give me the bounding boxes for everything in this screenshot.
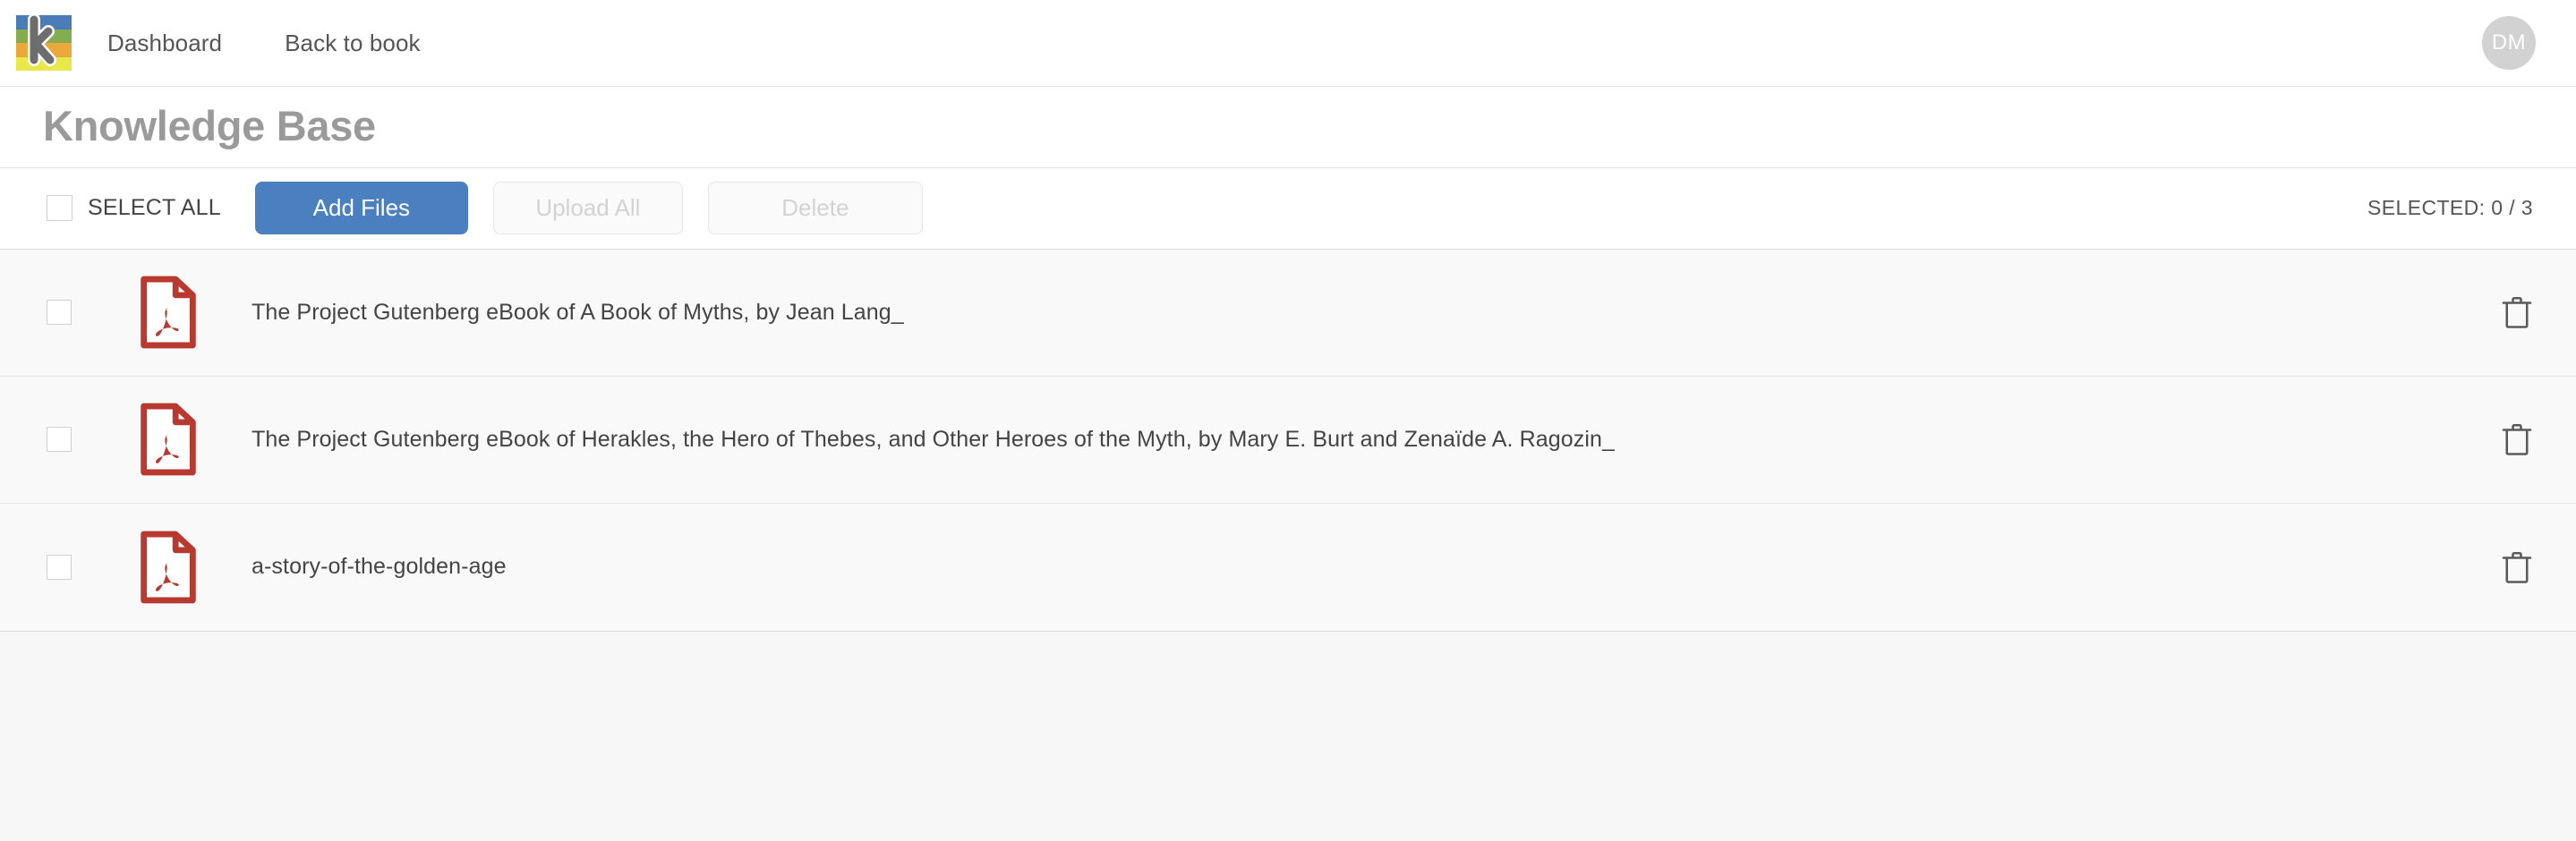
file-name: a-story-of-the-golden-age: [252, 554, 507, 580]
nav-link-dashboard[interactable]: Dashboard: [107, 21, 222, 66]
table-row[interactable]: The Project Gutenberg eBook of Herakles,…: [0, 377, 2576, 504]
pdf-file-icon: [141, 403, 196, 476]
file-row-checkbox[interactable]: [47, 427, 72, 453]
file-name: The Project Gutenberg eBook of Herakles,…: [252, 426, 1616, 452]
file-row-checkbox[interactable]: [47, 554, 72, 580]
select-all-checkbox[interactable]: [47, 195, 73, 222]
table-row[interactable]: The Project Gutenberg eBook of A Book of…: [0, 250, 2576, 377]
add-files-button[interactable]: Add Files: [254, 182, 468, 235]
avatar[interactable]: DM: [2482, 16, 2536, 70]
knowledge-base-logo-icon[interactable]: [16, 15, 72, 71]
trash-icon[interactable]: [2501, 549, 2533, 585]
selected-count-label: SELECTED: 0 / 3: [2367, 196, 2533, 220]
top-navbar: Dashboard Back to book DM: [0, 0, 2576, 87]
logo-k-letter-icon: [28, 15, 56, 66]
file-list: The Project Gutenberg eBook of A Book of…: [0, 249, 2576, 632]
pdf-file-icon: [141, 276, 196, 349]
pdf-file-icon: [141, 531, 196, 604]
trash-icon[interactable]: [2501, 294, 2533, 330]
file-name: The Project Gutenberg eBook of A Book of…: [252, 299, 904, 325]
table-row[interactable]: a-story-of-the-golden-age: [0, 504, 2576, 631]
nav-links: Dashboard Back to book: [107, 21, 483, 66]
nav-link-back-to-book[interactable]: Back to book: [285, 21, 421, 66]
select-all-label: SELECT ALL: [88, 195, 221, 221]
action-toolbar: SELECT ALL Add Files Upload All Delete S…: [0, 167, 2576, 250]
delete-button[interactable]: Delete: [707, 182, 923, 235]
page-background-area: [0, 631, 2576, 834]
page-title: Knowledge Base: [43, 102, 376, 149]
page-title-bar: Knowledge Base: [0, 87, 2576, 168]
trash-icon[interactable]: [2501, 421, 2533, 457]
upload-all-button[interactable]: Upload All: [492, 182, 683, 235]
select-all-control[interactable]: SELECT ALL: [47, 195, 221, 222]
file-row-checkbox[interactable]: [47, 300, 72, 326]
